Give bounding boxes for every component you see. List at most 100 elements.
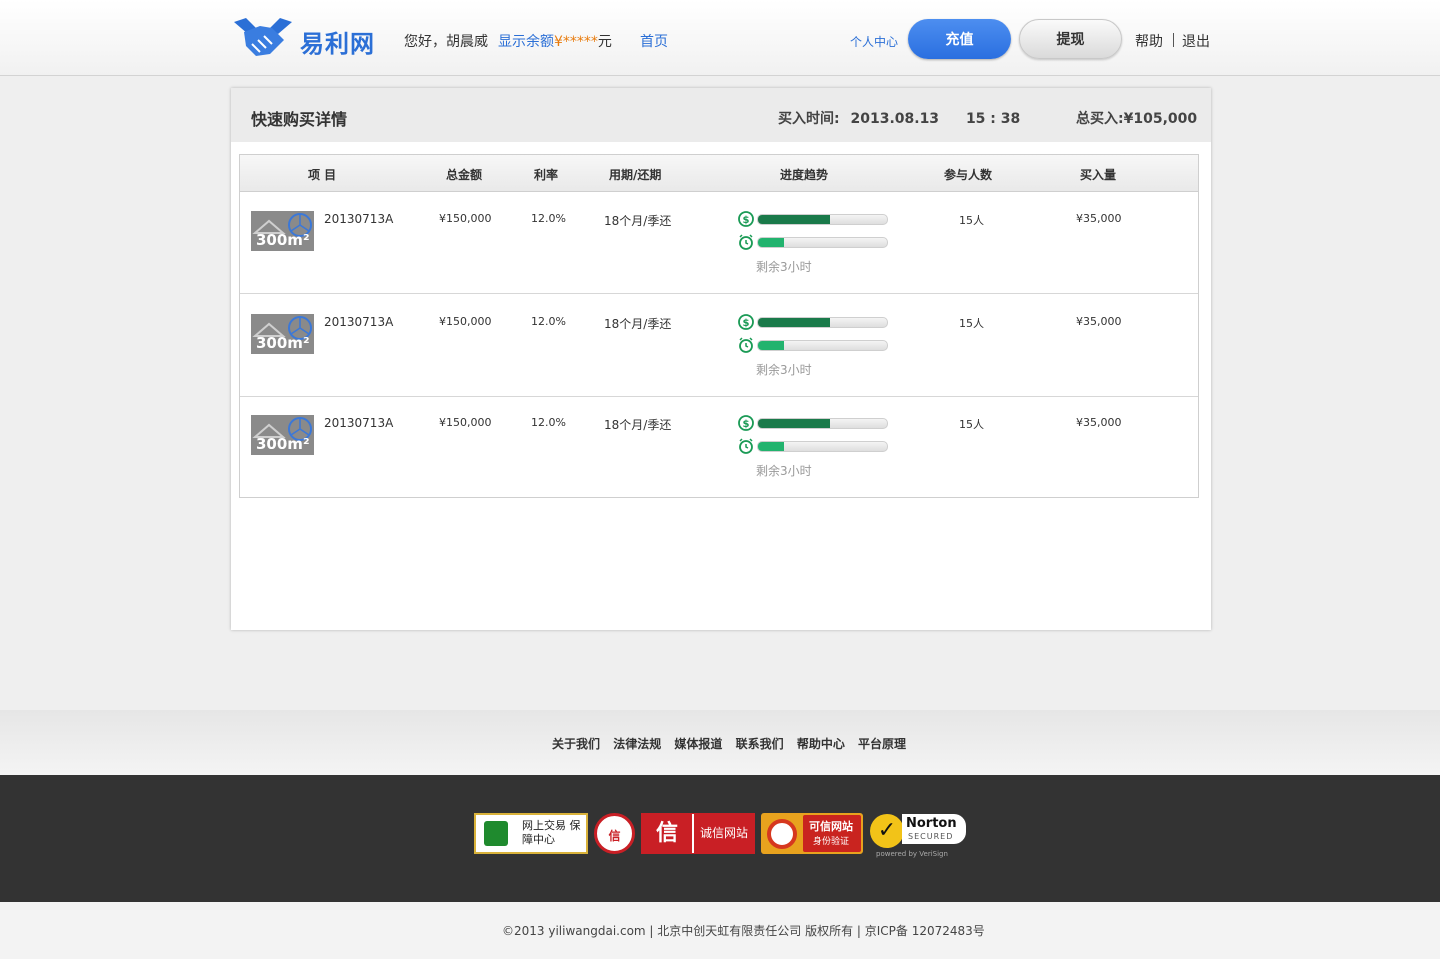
copyright-text: ©2013 yiliwangdai.com | 北京中创天虹有限责任公司 版权所… [502, 924, 985, 938]
buy-amount: ¥35,000 [1076, 416, 1122, 429]
footer-nav: 关于我们 法律法规 媒体报道 联系我们 帮助中心 平台原理 [552, 735, 915, 752]
itrust-char: 信 [608, 829, 621, 843]
credit-char: 信 [642, 814, 692, 853]
logo-text: 易利网 [300, 30, 375, 58]
logout-link[interactable]: 退出 [1182, 31, 1210, 51]
dollar-icon: $ [738, 211, 754, 227]
footer-link-law[interactable]: 法律法规 [613, 737, 661, 751]
participants: 15人 [959, 317, 984, 330]
balance-label[interactable]: 显示余额 [498, 34, 554, 50]
interest-rate: 12.0% [531, 212, 566, 225]
footer-links-bar: 关于我们 法律法规 媒体报道 联系我们 帮助中心 平台原理 [0, 710, 1440, 775]
interest-rate: 12.0% [531, 416, 566, 429]
column-header: 利率 [534, 168, 559, 182]
svg-text:$: $ [743, 215, 750, 226]
area-label: 300m² [256, 334, 310, 352]
trade-center-badge[interactable]: 网上交易 保障中心 [474, 813, 588, 854]
footer-badges-bar: 网上交易 保障中心 信 信 诚信网站 可信网站 身份验证 ✓ Norton SE… [0, 775, 1440, 902]
remaining-time: 剩余3小时 [756, 464, 812, 478]
column-header: 进度趋势 [780, 168, 829, 182]
project-code[interactable]: 20130713A [324, 315, 393, 329]
project-thumbnail[interactable]: 300m² [251, 211, 314, 251]
amount-progress-bar [757, 317, 888, 328]
project-code[interactable]: 20130713A [324, 212, 393, 226]
column-header: 用期/还期 [609, 168, 662, 182]
top-header: 易利网 您好，胡晨威 显示余额¥*****元 首页 个人中心 充值 提现 帮助 … [0, 0, 1440, 76]
area-label: 300m² [256, 231, 310, 249]
purchase-detail-panel: 快速购买详情 买入时间: 2013.08.13 15 : 38 总买入:¥105… [231, 88, 1211, 630]
project-thumbnail[interactable]: 300m² [251, 415, 314, 455]
project-thumbnail[interactable]: 300m² [251, 314, 314, 354]
checkmark-icon: ✓ [870, 814, 904, 848]
footer-link-principle[interactable]: 平台原理 [858, 737, 906, 751]
site-logo[interactable]: 易利网 [230, 14, 380, 62]
dollar-icon: $ [738, 314, 754, 330]
norton-badge[interactable]: ✓ Norton SECURED powered by VeriSign [870, 808, 966, 858]
footer-link-about[interactable]: 关于我们 [552, 737, 600, 751]
total-amount: ¥150,000 [439, 416, 492, 429]
buy-amount: ¥35,000 [1076, 315, 1122, 328]
balance-display[interactable]: 显示余额¥*****元 [498, 31, 612, 51]
table-header: 项 目 总金额 利率 用期/还期 进度趋势 参与人数 买入量 [240, 155, 1198, 192]
balance-amount: ¥***** [554, 34, 598, 50]
footer-link-help[interactable]: 帮助中心 [797, 737, 845, 751]
buy-time: 买入时间: 2013.08.13 15 : 38 [778, 108, 1020, 128]
handshake-icon [234, 18, 292, 56]
page-title: 快速购买详情 [251, 110, 348, 129]
project-code[interactable]: 20130713A [324, 416, 393, 430]
dollar-icon: $ [738, 415, 754, 431]
total-amount: ¥150,000 [439, 212, 492, 225]
personal-center-link[interactable]: 个人中心 [850, 33, 898, 50]
alarm-clock-icon [739, 438, 753, 454]
buy-time-clock: 15 : 38 [965, 111, 1021, 127]
norton-text: Norton [906, 816, 957, 831]
greeting-text: 您好，胡晨威 [404, 34, 488, 50]
participants: 15人 [959, 418, 984, 431]
credit-site-text: 诚信网站 [692, 814, 754, 853]
buy-time-date: 2013.08.13 [850, 111, 940, 127]
scales-icon [484, 821, 508, 846]
verified-site-badge[interactable]: 可信网站 身份验证 [761, 813, 863, 854]
panel-header: 快速购买详情 买入时间: 2013.08.13 15 : 38 总买入:¥105… [231, 88, 1211, 142]
credit-site-badge[interactable]: 信 诚信网站 [641, 813, 755, 854]
copyright-bar: ©2013 yiliwangdai.com | 北京中创天虹有限责任公司 版权所… [0, 902, 1440, 959]
help-link[interactable]: 帮助 [1135, 31, 1163, 51]
column-header: 总金额 [446, 168, 483, 182]
withdraw-button[interactable]: 提现 [1019, 19, 1122, 59]
home-link[interactable]: 首页 [640, 31, 668, 51]
itrust-badge[interactable]: 信 [594, 813, 635, 854]
term: 18个月/季还 [604, 418, 672, 432]
buy-time-label: 买入时间: [778, 111, 840, 127]
amount-progress-bar [757, 418, 888, 429]
trade-center-text: 网上交易 保障中心 [522, 819, 581, 846]
verified-ring-icon [767, 819, 797, 849]
area-label: 300m² [256, 435, 310, 453]
remaining-time: 剩余3小时 [756, 260, 812, 274]
remaining-time: 剩余3小时 [756, 363, 812, 377]
time-progress-bar [757, 441, 888, 452]
verified-site-text: 可信网站 [809, 820, 853, 833]
amount-progress-bar [757, 214, 888, 225]
term: 18个月/季还 [604, 214, 672, 228]
term: 18个月/季还 [604, 317, 672, 331]
total-amount: ¥150,000 [439, 315, 492, 328]
svg-text:$: $ [743, 419, 750, 430]
footer-link-media[interactable]: 媒体报道 [674, 737, 722, 751]
buy-amount: ¥35,000 [1076, 212, 1122, 225]
time-progress-bar [757, 237, 888, 248]
norton-powered: powered by VeriSign [876, 850, 948, 858]
time-progress-bar [757, 340, 888, 351]
recharge-button[interactable]: 充值 [908, 19, 1011, 59]
column-header: 买入量 [1080, 168, 1117, 182]
table-row[interactable]: 300m² 20130713A ¥150,000 12.0% 18个月/季还 $… [240, 192, 1198, 294]
table-row[interactable]: 300m² 20130713A ¥150,000 12.0% 18个月/季还 $… [240, 396, 1198, 498]
verified-site-sub: 身份验证 [813, 837, 850, 847]
norton-sub: SECURED [908, 832, 954, 841]
interest-rate: 12.0% [531, 315, 566, 328]
balance-unit: 元 [597, 34, 612, 50]
participants: 15人 [959, 214, 984, 227]
table-row[interactable]: 300m² 20130713A ¥150,000 12.0% 18个月/季还 $… [240, 295, 1198, 397]
total-buy-value: ¥105,000 [1123, 111, 1198, 127]
svg-text:$: $ [743, 318, 750, 329]
footer-link-contact[interactable]: 联系我们 [736, 737, 784, 751]
